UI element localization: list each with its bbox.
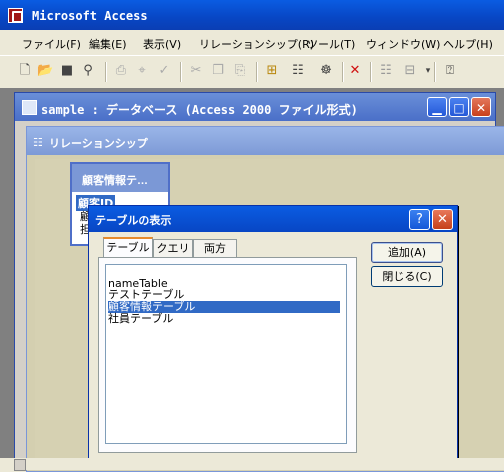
- close-dialog-button[interactable]: 閉じる(C): [371, 266, 443, 287]
- database-icon: [22, 100, 37, 115]
- search-icon[interactable]: ⚲: [80, 63, 96, 79]
- app-title-bar: Microsoft Access: [0, 0, 504, 30]
- dialog-title-bar[interactable]: テーブルの表示 ? ✕: [89, 206, 457, 232]
- relationships-window-title: リレーションシップ: [49, 138, 148, 150]
- menu-window[interactable]: ウィンドウ(W): [366, 36, 440, 52]
- print-icon[interactable]: ⎙: [113, 63, 129, 79]
- cut-icon[interactable]: ✂: [188, 63, 204, 79]
- show-table-dialog: テーブルの表示 ? ✕ テーブル クエリ 両方 nameTable テストテーブ…: [88, 205, 458, 460]
- tab-queries[interactable]: クエリ: [153, 239, 193, 257]
- close-button[interactable]: ✕: [471, 97, 491, 117]
- spelling-icon[interactable]: ✓: [156, 63, 172, 79]
- save-icon[interactable]: ■: [59, 63, 75, 79]
- menu-help[interactable]: ヘルプ(H): [443, 36, 493, 52]
- toolbar: 🗋 📂 ■ ⚲ ⎙ ⌖ ✓ ✂ ❐ ⎘ ⊞ ☷ ☸ ✕ ☷ ⊟ ▾ ⍰: [0, 55, 504, 87]
- maximize-button[interactable]: □: [449, 97, 469, 117]
- relationship-icon: ☷: [33, 136, 43, 149]
- table-field-list-title[interactable]: 顧客情報テ…: [72, 164, 168, 192]
- relationships-title-bar[interactable]: ☷ リレーションシップ: [27, 127, 504, 155]
- open-icon[interactable]: 📂: [37, 63, 53, 79]
- list-item[interactable]: 社員テーブル: [108, 313, 340, 325]
- menu-view[interactable]: 表示(V): [143, 36, 181, 52]
- show-all-icon[interactable]: ☸: [318, 63, 334, 79]
- tab-tables[interactable]: テーブル: [103, 237, 153, 258]
- menu-edit[interactable]: 編集(E): [89, 36, 127, 52]
- status-strip: [0, 458, 504, 471]
- tab-both[interactable]: 両方: [193, 239, 237, 257]
- copy-icon[interactable]: ❐: [210, 63, 226, 79]
- delete-icon[interactable]: ✕: [347, 63, 363, 79]
- help-button[interactable]: ?: [409, 209, 430, 230]
- show-table-icon[interactable]: ⊞: [264, 63, 280, 79]
- minimized-window-icon[interactable]: [14, 459, 26, 471]
- paste-icon[interactable]: ⎘: [232, 63, 248, 79]
- dialog-title: テーブルの表示: [95, 215, 172, 227]
- database-window-title: sample : データベース (Access 2000 ファイル形式): [41, 103, 358, 117]
- access-logo-icon: [8, 8, 23, 23]
- menu-relationship[interactable]: リレーションシップ(R): [199, 36, 314, 52]
- database-window-title-bar[interactable]: sample : データベース (Access 2000 ファイル形式) ▁ □…: [15, 93, 495, 121]
- add-button[interactable]: 追加(A): [371, 242, 443, 263]
- print-preview-icon[interactable]: ⌖: [134, 63, 150, 79]
- help-icon[interactable]: ⍰: [442, 63, 458, 79]
- table-list[interactable]: nameTable テストテーブル 顧客情報テーブル 社員テーブル: [105, 264, 347, 444]
- app-title: Microsoft Access: [32, 9, 148, 23]
- new-icon[interactable]: 🗋: [17, 63, 33, 79]
- database-window-icon[interactable]: ☷: [378, 63, 394, 79]
- menu-bar: ファイル(F) 編集(E) 表示(V) リレーションシップ(R) ツール(T) …: [0, 30, 504, 54]
- dialog-close-button[interactable]: ✕: [432, 209, 453, 230]
- menu-file[interactable]: ファイル(F): [22, 36, 81, 52]
- menu-tools[interactable]: ツール(T): [307, 36, 355, 52]
- new-object-icon[interactable]: ⊟: [402, 63, 418, 79]
- minimize-button[interactable]: ▁: [427, 97, 447, 117]
- show-direct-icon[interactable]: ☷: [290, 63, 306, 79]
